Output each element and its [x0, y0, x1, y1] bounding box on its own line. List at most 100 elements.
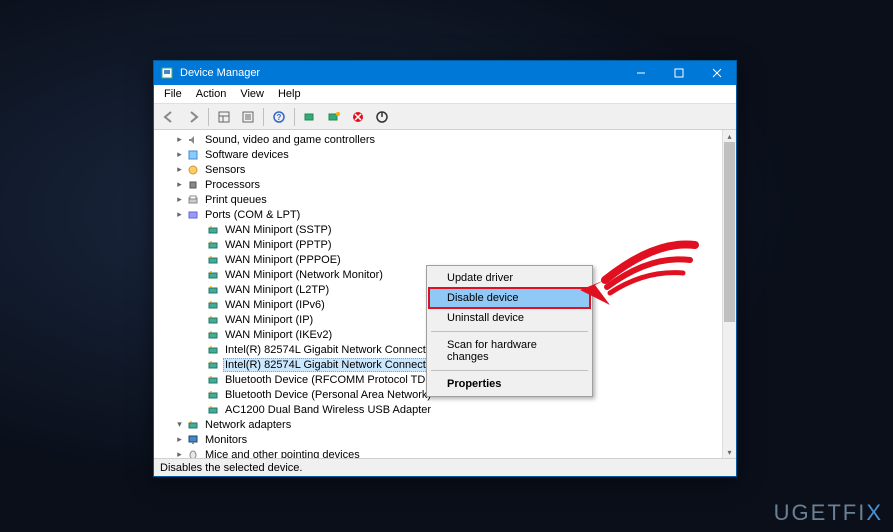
scroll-down-icon[interactable]: ▾: [723, 446, 736, 458]
menu-view[interactable]: View: [233, 86, 271, 102]
ctx-update-driver[interactable]: Update driver: [429, 268, 590, 288]
expand-icon[interactable]: ▸: [174, 164, 185, 175]
tree-item[interactable]: ▸Ports (COM & LPT): [154, 207, 736, 222]
scroll-up-icon[interactable]: ▴: [723, 130, 736, 142]
tree-item-label: Sound, video and game controllers: [203, 134, 377, 146]
forward-button[interactable]: [182, 106, 204, 128]
print-icon: [186, 194, 200, 206]
expand-icon[interactable]: ▸: [174, 149, 185, 160]
expander-placeholder: [194, 239, 205, 250]
port-icon: [186, 209, 200, 221]
svg-text:?: ?: [277, 113, 282, 122]
expander-placeholder: [194, 314, 205, 325]
watermark: UGETFIX: [774, 500, 883, 526]
back-button[interactable]: [158, 106, 180, 128]
tree-item-label: WAN Miniport (L2TP): [223, 284, 331, 296]
tree-item-label: Bluetooth Device (Personal Area Network): [223, 389, 433, 401]
app-icon: [160, 66, 174, 80]
tree-item-label: Print queues: [203, 194, 269, 206]
tree-item[interactable]: ▸ Software devices: [154, 147, 736, 162]
titlebar[interactable]: Device Manager: [154, 61, 736, 85]
expander-placeholder: [194, 344, 205, 355]
tree-item[interactable]: ▸ Print queues: [154, 192, 736, 207]
net-icon: [206, 224, 220, 236]
net-icon: [186, 419, 200, 431]
net-icon: [206, 359, 220, 371]
window-title: Device Manager: [180, 67, 622, 79]
scan-hardware-button[interactable]: [299, 106, 321, 128]
close-button[interactable]: [698, 61, 736, 85]
collapse-icon[interactable]: ▾: [174, 419, 185, 430]
expander-placeholder: [194, 329, 205, 340]
menu-action[interactable]: Action: [189, 86, 234, 102]
menu-help[interactable]: Help: [271, 86, 308, 102]
tree-item[interactable]: ▸ Monitors: [154, 432, 736, 447]
expander-placeholder: [194, 284, 205, 295]
watermark-x: X: [866, 500, 883, 525]
help-button[interactable]: ?: [268, 106, 290, 128]
status-text: Disables the selected device.: [160, 462, 302, 474]
scrollbar-thumb[interactable]: [724, 142, 735, 322]
tree-item-label: Intel(R) 82574L Gigabit Network Connecti…: [223, 344, 442, 356]
tree-item[interactable]: WAN Miniport (PPTP): [154, 237, 736, 252]
expander-placeholder: [194, 299, 205, 310]
toolbar: ?: [154, 104, 736, 130]
tree-item[interactable]: ▸Sensors: [154, 162, 736, 177]
ctx-uninstall-device[interactable]: Uninstall device: [429, 308, 590, 328]
expander-placeholder: [194, 359, 205, 370]
monitor-icon: [186, 434, 200, 446]
context-menu: Update driver Disable device Uninstall d…: [426, 265, 593, 397]
tree-item-label: WAN Miniport (PPPOE): [223, 254, 343, 266]
maximize-button[interactable]: [660, 61, 698, 85]
tree-item[interactable]: ▾ Network adapters: [154, 417, 736, 432]
ctx-disable-device[interactable]: Disable device: [429, 288, 590, 308]
expander-placeholder: [194, 269, 205, 280]
tree-item-label: AC1200 Dual Band Wireless USB Adapter: [223, 404, 433, 416]
show-hide-tree-button[interactable]: [213, 106, 235, 128]
expander-placeholder: [194, 254, 205, 265]
expander-placeholder: [194, 374, 205, 385]
tree-item-label: Network adapters: [203, 419, 293, 431]
minimize-button[interactable]: [622, 61, 660, 85]
tree-item-label: Software devices: [203, 149, 291, 161]
net-icon: [206, 314, 220, 326]
expander-placeholder: [194, 224, 205, 235]
tree-item-label: Mice and other pointing devices: [203, 449, 362, 459]
toolbar-separator: [208, 108, 209, 126]
expand-icon[interactable]: ▸: [174, 434, 185, 445]
cpu-icon: [186, 179, 200, 191]
tree-item[interactable]: WAN Miniport (SSTP): [154, 222, 736, 237]
net-icon: [206, 389, 220, 401]
ctx-scan-hardware[interactable]: Scan for hardware changes: [429, 335, 590, 367]
tree-item[interactable]: ▸ Sound, video and game controllers: [154, 132, 736, 147]
tree-item[interactable]: ▸Processors: [154, 177, 736, 192]
expand-icon[interactable]: ▸: [174, 194, 185, 205]
toolbar-separator: [294, 108, 295, 126]
sw-icon: [186, 149, 200, 161]
expander-placeholder: [194, 389, 205, 400]
expand-icon[interactable]: ▸: [174, 209, 185, 220]
tree-item-label: Intel(R) 82574L Gigabit Network Connecti…: [223, 358, 442, 372]
tree-item-label: WAN Miniport (Network Monitor): [223, 269, 385, 281]
tree-item[interactable]: AC1200 Dual Band Wireless USB Adapter: [154, 402, 736, 417]
net-icon: [206, 404, 220, 416]
tree-item-label: Monitors: [203, 434, 249, 446]
net-icon: [206, 329, 220, 341]
tree-item[interactable]: ▸ Mice and other pointing devices: [154, 447, 736, 458]
ctx-properties[interactable]: Properties: [429, 374, 590, 394]
expand-icon[interactable]: ▸: [174, 449, 185, 458]
net-icon: [206, 269, 220, 281]
expand-icon[interactable]: ▸: [174, 134, 185, 145]
uninstall-device-button[interactable]: [347, 106, 369, 128]
vertical-scrollbar[interactable]: ▴ ▾: [722, 130, 736, 458]
menu-file[interactable]: File: [157, 86, 189, 102]
expand-icon[interactable]: ▸: [174, 179, 185, 190]
net-icon: [206, 344, 220, 356]
watermark-text: UGETFI: [774, 500, 867, 525]
statusbar: Disables the selected device.: [154, 458, 736, 476]
menubar: File Action View Help: [154, 85, 736, 104]
disable-device-button[interactable]: [371, 106, 393, 128]
properties-button[interactable]: [237, 106, 259, 128]
update-driver-button[interactable]: [323, 106, 345, 128]
ctx-separator: [431, 370, 588, 371]
